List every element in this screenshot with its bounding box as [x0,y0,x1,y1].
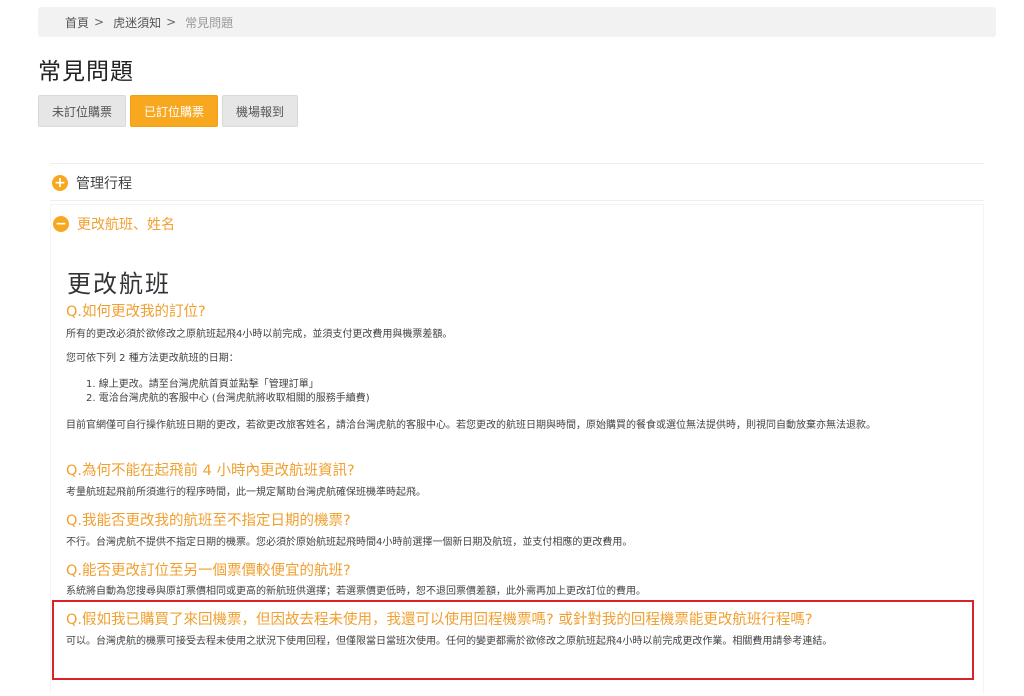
faq-answer-list: 1. 線上更改。請至台灣虎航首頁並點擊「管理訂單」 2. 電洽台灣虎航的客服中心… [86,378,370,406]
accordion-title: 更改航班、姓名 [77,217,175,233]
plus-icon: + [52,175,68,191]
faq-question: Q.我能否更改我的航班至不指定日期的機票? [66,513,351,529]
faq-answer: 系統將自動為您搜尋與原訂票價相同或更高的新航班供選擇；若選票價更低時，恕不退回票… [66,586,646,597]
breadcrumb-separator: > [166,15,177,29]
list-item: 1. 線上更改。請至台灣虎航首頁並點擊「管理訂單」 [86,379,319,390]
breadcrumb-notice-link[interactable]: 虎迷須知 [113,14,161,31]
faq-answer: 目前官網僅可自行操作航班日期的更改，若欲更改旅客姓名，請洽台灣虎航的客服中心。若… [66,420,876,431]
tab-bar: 未訂位購票 已訂位購票 機場報到 [38,95,299,127]
page-title: 常見問題 [38,59,134,85]
accordion-title: 管理行程 [76,176,132,192]
faq-question: Q.如何更改我的訂位? [66,304,206,320]
breadcrumb-home-link[interactable]: 首頁 [65,14,89,31]
accordion-panel-manage-trip: + 管理行程 [50,163,984,201]
faq-answer: 所有的更改必須於欲修改之原航班起飛4小時以前完成，並須支付更改費用與機票差額。 [66,329,453,340]
faq-answer: 您可依下列 2 種方法更改航班的日期： [66,353,239,364]
tab-booked-purchase[interactable]: 已訂位購票 [130,95,219,127]
tab-unbooked-purchase[interactable]: 未訂位購票 [38,95,127,127]
section-title: 更改航班 [67,270,171,298]
accordion-header-change-flight[interactable]: − 更改航班、姓名 [51,205,983,243]
breadcrumb: 首頁 > 虎迷須知 > 常見問題 [38,7,996,37]
tab-airport-checkin[interactable]: 機場報到 [222,95,299,127]
breadcrumb-current: 常見問題 [185,15,234,30]
faq-answer: 不行。台灣虎航不提供不指定日期的機票。您必須於原始航班起飛時間4小時前選擇一個新… [66,537,633,548]
faq-question: Q.為何不能在起飛前 4 小時內更改航班資訊? [66,463,355,479]
faq-question: Q.能否更改訂位至另一個票價較便宜的航班? [66,563,351,579]
list-item: 2. 電洽台灣虎航的客服中心 (台灣虎航將收取相關的服務手續費) [86,393,370,404]
faq-answer: 考量航班起飛前所須進行的程序時間，此一規定幫助台灣虎航確保班機準時起飛。 [66,487,426,498]
breadcrumb-separator: > [94,15,105,29]
faq-question: Q.假如我已購買了來回機票，但因故去程未使用，我還可以使用回程機票嗎? 或針對我… [66,612,813,628]
faq-answer: 可以。台灣虎航的機票可接受去程未使用之狀況下使用回程，但僅限當日當班次使用。任何… [66,636,833,647]
minus-icon: − [53,216,69,232]
accordion-header-manage-trip[interactable]: + 管理行程 [50,164,984,202]
